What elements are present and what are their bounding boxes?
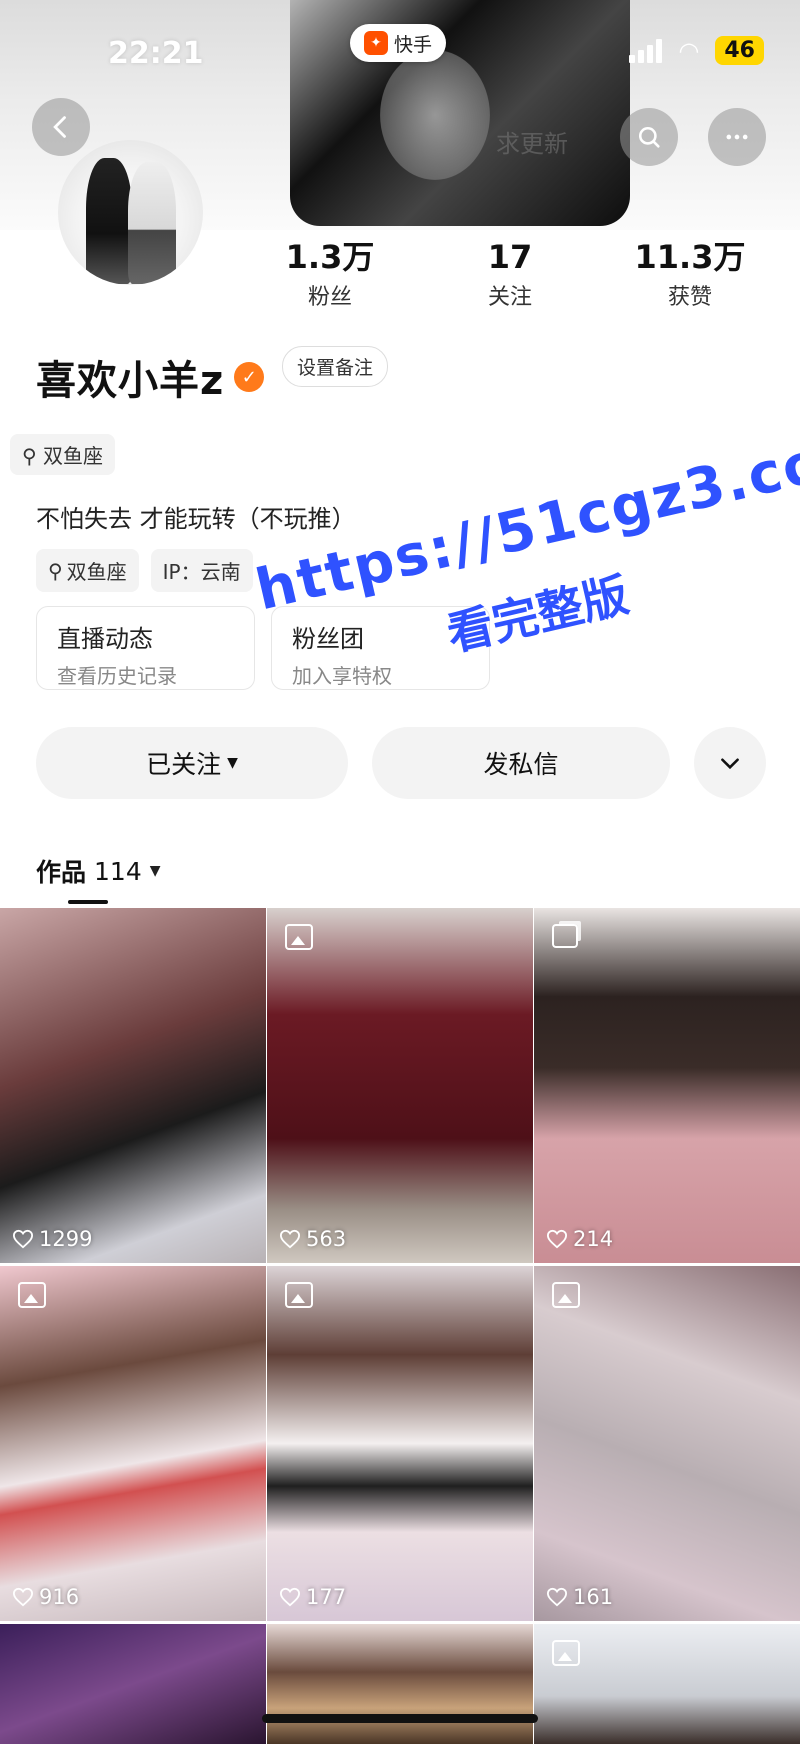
stat-value: 17	[487, 238, 533, 276]
card-subtitle: 查看历史记录	[57, 664, 177, 688]
chevron-left-icon	[53, 116, 66, 138]
card-title: 粉丝团	[292, 625, 364, 653]
like-count: 916	[12, 1585, 79, 1609]
like-count: 214	[546, 1227, 613, 1251]
kuaishou-logo-icon: ✦	[364, 31, 388, 55]
stat-value: 11.3万	[634, 238, 746, 276]
search-button[interactable]	[620, 108, 678, 166]
image-icon	[552, 1282, 580, 1308]
app-badge-label: 快手	[394, 33, 433, 56]
verified-badge-icon: ✓	[234, 362, 265, 392]
like-count-value: 214	[573, 1227, 614, 1251]
tag-label: IP：云南	[162, 560, 241, 584]
works-label: 作品	[36, 858, 87, 887]
tag-zodiac: ⚲ 双鱼座	[36, 549, 139, 592]
heart-icon	[546, 1587, 568, 1607]
expand-button[interactable]	[694, 727, 766, 799]
chevron-down-icon	[721, 758, 739, 770]
battery-indicator: 46	[715, 36, 764, 65]
back-button[interactable]	[32, 98, 90, 156]
like-count-value: 563	[306, 1227, 347, 1251]
floating-tag-label: 双鱼座	[43, 444, 104, 468]
more-options-button[interactable]	[708, 108, 766, 166]
work-tile[interactable]: 177	[267, 1266, 533, 1621]
multi-image-icon	[552, 924, 578, 948]
like-count-value: 1299	[39, 1227, 93, 1251]
profile-actions: 已关注 ▼ 发私信	[36, 727, 766, 799]
work-tile[interactable]: 916	[0, 1266, 266, 1621]
stat-fans[interactable]: 1.3万 粉丝	[240, 238, 420, 311]
like-count-value: 177	[306, 1585, 347, 1609]
like-count-value: 161	[573, 1585, 614, 1609]
work-tile[interactable]: 563	[267, 908, 533, 1263]
name-row: 喜欢小羊z ✓	[36, 348, 265, 406]
signal-icon	[629, 38, 663, 63]
floating-zodiac-tag: ⚲ 双鱼座	[10, 434, 116, 475]
work-tile[interactable]	[267, 1624, 533, 1744]
profile-tags: ⚲ 双鱼座 IP：云南	[36, 549, 253, 592]
caret-down-icon: ▼	[149, 863, 161, 879]
like-count: 563	[279, 1227, 346, 1251]
app-badge: ✦ 快手	[350, 24, 447, 62]
work-tile[interactable]	[534, 1624, 800, 1744]
stat-label: 粉丝	[307, 285, 352, 311]
works-tab[interactable]: 作品 114 ▼	[36, 853, 161, 889]
stat-value: 1.3万	[285, 238, 375, 276]
like-count-value: 916	[39, 1585, 80, 1609]
tag-ip-location: IP：云南	[150, 549, 253, 592]
like-count: 177	[279, 1585, 346, 1609]
avatar-figure-light	[128, 162, 176, 284]
heart-icon	[12, 1587, 34, 1607]
works-tab-indicator	[68, 900, 108, 904]
following-label: 已关注	[146, 750, 222, 779]
profile-stats: 1.3万 粉丝 17 关注 11.3万 获赞	[240, 238, 780, 311]
work-tile[interactable]	[0, 1624, 266, 1744]
works-count: 114	[94, 856, 142, 886]
image-icon	[18, 1282, 46, 1308]
image-icon	[552, 1640, 580, 1666]
image-icon	[285, 1282, 313, 1308]
works-grid: 1299 563 214 916 177 161	[0, 908, 800, 1744]
caret-down-icon: ▼	[227, 755, 238, 771]
profile-bio: 不怕失去 才能玩转（不玩推）	[36, 505, 356, 533]
avatar-figure-dark	[86, 158, 132, 284]
cover-photo	[290, 0, 630, 226]
tag-label: 双鱼座	[66, 560, 127, 584]
heart-icon	[279, 1587, 301, 1607]
heart-icon	[12, 1229, 34, 1249]
stat-following[interactable]: 17 关注	[420, 238, 600, 311]
live-history-card[interactable]: 直播动态 查看历史记录	[36, 606, 255, 690]
profile-name: 喜欢小羊z	[36, 358, 225, 404]
set-remark-button[interactable]: 设置备注	[282, 346, 389, 387]
search-icon	[638, 126, 660, 148]
avatar[interactable]	[58, 140, 203, 285]
image-icon	[285, 924, 313, 950]
following-button[interactable]: 已关注 ▼	[36, 727, 348, 799]
work-tile[interactable]: 1299	[0, 908, 266, 1263]
stat-label: 获赞	[667, 285, 712, 311]
stat-label: 关注	[487, 285, 532, 311]
heart-icon	[279, 1229, 301, 1249]
stat-likes[interactable]: 11.3万 获赞	[600, 238, 780, 311]
wifi-icon: ◠	[678, 36, 700, 65]
work-tile[interactable]: 161	[534, 1266, 800, 1621]
ellipsis-icon	[726, 134, 748, 140]
heart-icon	[546, 1229, 568, 1249]
card-subtitle: 加入享特权	[292, 664, 392, 688]
search-icon: ⚲	[48, 558, 63, 583]
send-message-button[interactable]: 发私信	[372, 727, 670, 799]
status-icons: ◠ 46	[629, 36, 764, 65]
home-indicator	[262, 1714, 538, 1723]
update-hint[interactable]: 求更新	[496, 124, 568, 159]
work-tile[interactable]: 214	[534, 908, 800, 1263]
status-time: 22:21	[108, 36, 204, 71]
like-count: 1299	[12, 1227, 92, 1251]
card-title: 直播动态	[57, 625, 153, 653]
like-count: 161	[546, 1585, 613, 1609]
